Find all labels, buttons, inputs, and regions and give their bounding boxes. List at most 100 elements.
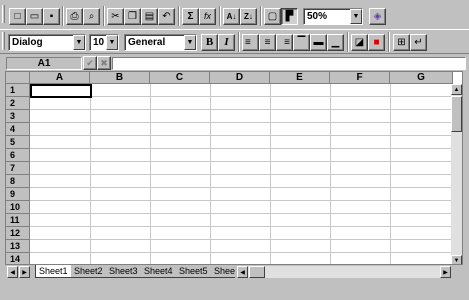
row-header[interactable]: 10 — [6, 201, 30, 214]
row-header[interactable]: 4 — [6, 123, 30, 136]
row-header[interactable]: 2 — [6, 97, 30, 110]
column-header-e[interactable]: E — [270, 72, 330, 84]
table-row[interactable] — [30, 227, 454, 240]
table-row[interactable] — [30, 97, 454, 110]
chevron-down-icon[interactable]: ▼ — [73, 35, 85, 50]
scroll-left-icon[interactable]: ◀ — [237, 266, 248, 278]
column-header-d[interactable]: D — [210, 72, 270, 84]
border-bottom-icon[interactable]: ▁ — [327, 34, 344, 51]
scroll-down-icon[interactable]: ▼ — [451, 255, 462, 264]
border-top-icon[interactable]: ▔ — [293, 34, 310, 51]
scroll-thumb[interactable] — [451, 96, 462, 132]
table-row[interactable] — [30, 162, 454, 175]
tab-sheet2[interactable]: Sheet2 — [71, 265, 106, 278]
sort-descending-icon[interactable]: Z↓ — [240, 8, 257, 25]
formula-input[interactable] — [112, 57, 466, 70]
toolbar-grip[interactable] — [2, 5, 5, 23]
table-row[interactable] — [30, 149, 454, 162]
table-row[interactable] — [30, 253, 454, 264]
vertical-scrollbar[interactable]: ▲ ▼ — [451, 84, 462, 264]
column-header-g[interactable]: G — [390, 72, 453, 84]
open-icon[interactable]: ▭ — [26, 8, 43, 25]
cell-reference-box[interactable]: A1 — [6, 57, 82, 70]
column-header-f[interactable]: F — [330, 72, 390, 84]
freeze-icon[interactable]: ▛ — [281, 8, 298, 25]
number-format-value: General — [128, 37, 166, 48]
table-row[interactable] — [30, 201, 454, 214]
tab-next-icon[interactable]: ▶ — [19, 266, 30, 278]
column-header-a[interactable]: A — [30, 72, 90, 84]
chevron-down-icon[interactable]: ▼ — [350, 9, 362, 24]
table-row[interactable] — [30, 84, 454, 97]
row-header[interactable]: 11 — [6, 214, 30, 227]
bold-button[interactable]: B — [201, 34, 218, 51]
align-left-icon[interactable]: ≡ — [242, 34, 259, 51]
properties-icon[interactable]: ◈ — [369, 8, 386, 25]
table-row[interactable] — [30, 136, 454, 149]
tab-sheet5[interactable]: Sheet5 — [176, 265, 211, 278]
table-row[interactable] — [30, 214, 454, 227]
font-color-icon[interactable]: ■ — [368, 34, 385, 51]
row-header[interactable]: 13 — [6, 240, 30, 253]
tab-prev-icon[interactable]: ◀ — [7, 266, 18, 278]
row-header[interactable]: 6 — [6, 149, 30, 162]
font-size-value: 10 — [93, 37, 105, 48]
italic-button[interactable]: I — [218, 34, 235, 51]
save-icon[interactable]: ▪ — [43, 8, 60, 25]
column-header-b[interactable]: B — [90, 72, 150, 84]
table-row[interactable] — [30, 240, 454, 253]
active-cell-a1[interactable] — [30, 84, 92, 98]
undo-icon[interactable]: ↶ — [158, 8, 175, 25]
function-icon[interactable]: fx — [199, 8, 216, 25]
sort-ascending-icon[interactable]: A↓ — [223, 8, 240, 25]
paste-icon[interactable]: ▤ — [141, 8, 158, 25]
row-header[interactable]: 9 — [6, 188, 30, 201]
row-header[interactable]: 5 — [6, 136, 30, 149]
table-row[interactable] — [30, 110, 454, 123]
chevron-down-icon[interactable]: ▼ — [184, 35, 196, 50]
copy-icon[interactable]: ❐ — [124, 8, 141, 25]
select-all-corner[interactable] — [6, 72, 30, 84]
toolbar-grip[interactable] — [2, 32, 5, 50]
number-format-select[interactable]: General ▼ — [124, 34, 197, 51]
row-header[interactable]: 3 — [6, 110, 30, 123]
tab-sheet6[interactable]: Shee — [211, 265, 235, 278]
chevron-down-icon[interactable]: ▼ — [106, 35, 118, 50]
show-grid-icon[interactable]: ▢ — [264, 8, 281, 25]
wrap-icon[interactable]: ↵ — [410, 34, 427, 51]
align-center-icon[interactable]: ≡ — [259, 34, 276, 51]
tab-sheet4[interactable]: Sheet4 — [141, 265, 176, 278]
scroll-up-icon[interactable]: ▲ — [451, 84, 462, 95]
align-right-icon[interactable]: ≡ — [276, 34, 293, 51]
borders-icon[interactable]: ⊞ — [393, 34, 410, 51]
print-preview-icon[interactable]: ⌕ — [83, 8, 100, 25]
separator — [178, 6, 180, 26]
row-header[interactable]: 14 — [6, 253, 30, 264]
cut-icon[interactable]: ✂ — [107, 8, 124, 25]
separator — [347, 32, 349, 52]
row-header[interactable]: 8 — [6, 175, 30, 188]
tab-sheet3[interactable]: Sheet3 — [106, 265, 141, 278]
row-header[interactable]: 1 — [6, 84, 30, 97]
new-icon[interactable]: □ — [9, 8, 26, 25]
print-icon[interactable]: ⎙ — [66, 8, 83, 25]
border-middle-icon[interactable]: ▬ — [310, 34, 327, 51]
font-select[interactable]: Dialog ▼ — [8, 34, 86, 51]
table-row[interactable] — [30, 175, 454, 188]
scroll-thumb[interactable] — [249, 266, 265, 278]
accept-icon[interactable]: ✔ — [83, 56, 97, 70]
horizontal-scrollbar[interactable]: ◀ ▶ — [237, 266, 451, 278]
separator — [260, 6, 262, 26]
fill-color-icon[interactable]: ◪ — [351, 34, 368, 51]
scroll-right-icon[interactable]: ▶ — [440, 266, 451, 278]
row-header[interactable]: 12 — [6, 227, 30, 240]
column-header-c[interactable]: C — [150, 72, 210, 84]
tab-sheet1[interactable]: Sheet1 — [35, 265, 72, 278]
table-row[interactable] — [30, 123, 454, 136]
row-header[interactable]: 7 — [6, 162, 30, 175]
table-row[interactable] — [30, 188, 454, 201]
font-size-select[interactable]: 10 ▼ — [89, 34, 119, 51]
zoom-select[interactable]: 50% ▼ — [303, 8, 363, 25]
cancel-icon[interactable]: ✖ — [97, 56, 111, 70]
sum-icon[interactable]: Σ — [182, 8, 199, 25]
